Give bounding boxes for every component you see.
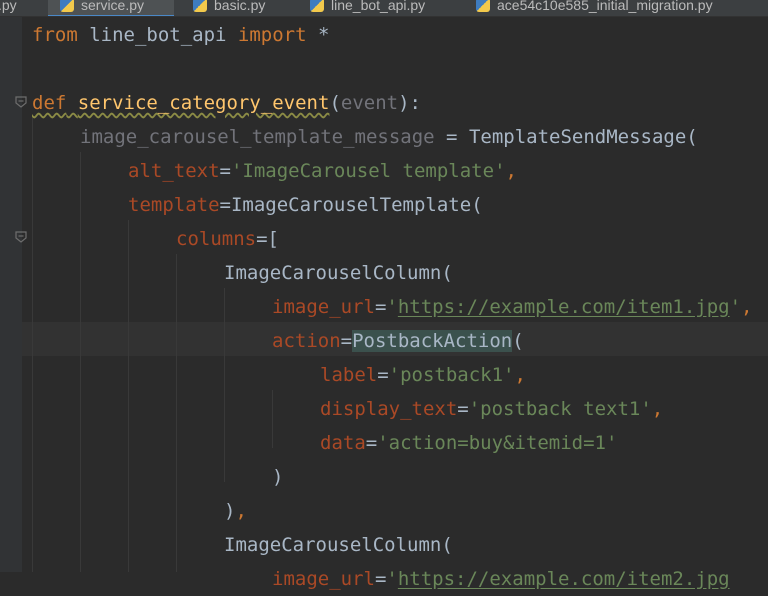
keyword-token: def [32,92,67,114]
tab-label: basic.py [214,0,266,13]
argument-token: data [320,432,366,454]
python-file-icon [193,0,207,12]
string-token: 'postback text1' [468,398,652,420]
operator-token: = [377,364,389,386]
python-file-icon [476,0,490,12]
argument-token: action [272,330,341,352]
argument-token: columns [176,228,257,250]
paren-token: ( [512,330,524,352]
operator-token: = [219,160,231,182]
function-name-token: service_category_event [77,92,330,114]
operator-token: = [374,568,387,590]
indent-guide [32,118,33,572]
indent-guide [176,254,177,572]
paren-token: ( [441,262,453,284]
wildcard-token: * [306,24,330,46]
paren-token: ( [329,92,341,114]
operator-token: = [365,432,378,454]
bracket-token: [ [267,228,279,250]
code-line: data='action=buy&itemid=1' [320,426,617,460]
argument-token: template [128,194,220,216]
comma-token: , [514,364,526,386]
code-line: label='postback1', [320,358,526,392]
code-line: ), [224,494,247,528]
tab-label: .py [0,0,17,13]
class-token: TemplateSendMessage [468,126,687,148]
code-line: alt_text='ImageCarousel template', [128,154,517,188]
operator-token: = [256,228,268,250]
comma-token: , [505,160,517,182]
comma-token: , [741,296,753,318]
python-file-icon [60,0,74,12]
url-link[interactable]: https://example.com/item1.jpg [398,296,730,318]
code-line: template=ImageCarouselTemplate( [128,188,483,222]
paren-token: ) [272,466,284,488]
indent-guide [128,220,129,572]
operator-token: = [434,126,469,148]
class-token: ImageCarouselColumn [224,262,442,284]
tab-basic-py[interactable]: basic.py [193,0,265,15]
code-line: def service_category_event(event): [32,86,421,120]
tab-initial-migration-py[interactable]: ace54c10e585_initial_migration.py [476,0,713,15]
code-line: ) [272,460,283,494]
paren-token: ) [224,500,236,522]
code-line: from line_bot_api import * [32,18,329,52]
code-line: ImageCarouselColumn( [224,528,453,562]
tab-line-bot-api-py[interactable]: line_bot_api.py [310,0,425,15]
module-token: line_bot_api [77,24,238,46]
url-link[interactable]: https://example.com/item2.jpg [398,568,730,590]
python-file-icon [310,0,324,12]
tab-label: ace54c10e585_initial_migration.py [497,0,713,13]
code-line: ImageCarouselColumn( [224,256,453,290]
paren-token: ): [398,92,421,114]
code-line: image_carousel_template_message = Templa… [80,120,698,154]
tab-label: line_bot_api.py [331,0,426,13]
paren-token: ( [686,126,698,148]
argument-token: image_url [272,568,375,590]
tab-label: service.py [81,0,145,13]
editor-tab-bar: .py service.py basic.py line_bot_api.py … [0,0,768,17]
argument-token: label [320,364,378,386]
string-token: 'ImageCarousel template' [230,160,506,182]
string-token: 'action=buy&itemid=1' [377,432,618,454]
operator-token: = [340,330,353,352]
code-line: action=PostbackAction( [272,324,524,358]
keyword-token: import [237,24,307,46]
paren-token: ( [441,534,453,556]
paren-token: ( [471,194,483,216]
comma-token: , [235,500,247,522]
class-token: ImageCarouselColumn [224,534,442,556]
tab-service-py[interactable]: service.py [48,0,175,16]
string-token: 'postback1' [388,364,515,386]
string-token: ' [386,296,398,318]
code-line: image_url='https://example.com/item2.jpg [272,562,730,596]
code-line: image_url='https://example.com/item1.jpg… [272,290,753,324]
indent-guide [224,288,225,482]
argument-token: alt_text [128,160,220,182]
class-token: PostbackAction [352,330,513,352]
argument-token: display_text [320,398,458,420]
variable-token: image_carousel_template_message [80,126,435,148]
string-token: ' [386,568,398,590]
code-line: columns=[ [176,222,279,256]
indent-guide [80,152,81,572]
operator-token: = [219,194,231,216]
string-token: ' [729,296,742,318]
tab-truncated[interactable]: .py [0,0,17,15]
operator-token: = [457,398,469,420]
argument-token: image_url [272,296,375,318]
code-editor[interactable]: from line_bot_api import * def service_c… [22,17,768,590]
keyword-token: from [32,24,78,46]
parameter-token: event [340,92,399,114]
class-token: ImageCarouselTemplate [230,194,472,216]
comma-token: , [651,398,664,420]
code-line: display_text='postback text1', [320,392,663,426]
indent-guide [272,390,273,448]
editor-gutter [0,17,27,572]
operator-token: = [374,296,387,318]
